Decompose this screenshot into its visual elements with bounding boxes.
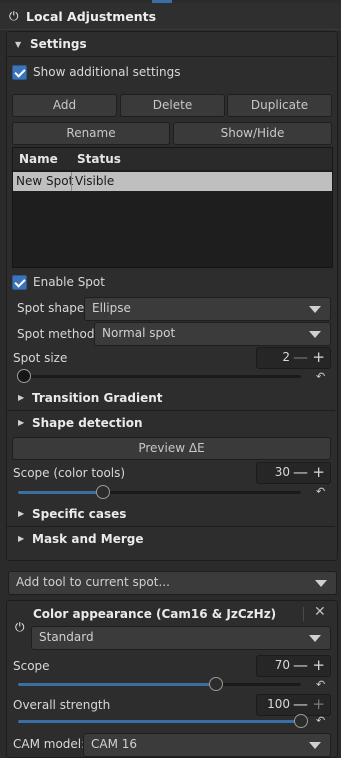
show-hide-button[interactable]: Show/Hide [173, 122, 332, 145]
collapse-triangle-icon[interactable]: ▶ [18, 534, 24, 543]
local-adjustments-header[interactable]: ⏻ Local Adjustments [0, 3, 341, 30]
preview-delta-e-button[interactable]: Preview ΔE [12, 437, 331, 460]
minus-icon[interactable]: — [293, 695, 308, 713]
plus-icon[interactable]: + [312, 348, 325, 366]
row-status: Visible [75, 174, 115, 188]
spot-size-label: Spot size [13, 351, 68, 365]
shape-detection-title[interactable]: Shape detection [32, 416, 143, 430]
overall-strength-spinner[interactable]: 100 — + [256, 694, 331, 716]
enable-spot-checkbox[interactable] [12, 275, 27, 290]
column-header-status[interactable]: Status [77, 152, 121, 166]
table-row[interactable]: New Spot Visible [13, 172, 332, 191]
delete-button[interactable]: Delete [120, 94, 225, 117]
plus-icon[interactable]: + [312, 695, 325, 713]
reset-icon[interactable]: ↶ [316, 485, 325, 498]
scope-value[interactable]: 70 [275, 658, 290, 672]
panel-title: Local Adjustments [26, 9, 157, 24]
scope-color-spinner[interactable]: 30 — + [256, 462, 331, 484]
overall-strength-slider-fill [18, 720, 301, 723]
spot-method-label: Spot method: [17, 327, 99, 341]
add-button[interactable]: Add [12, 94, 117, 117]
rename-button[interactable]: Rename [12, 122, 170, 145]
cam-model-label: CAM model: [13, 737, 86, 751]
divider [7, 410, 335, 411]
divider [7, 526, 335, 527]
chevron-down-icon [309, 742, 321, 749]
column-header-name[interactable]: Name [19, 152, 58, 166]
column-divider [71, 172, 72, 191]
power-icon[interactable]: ⏻ [15, 620, 25, 635]
scope-spinner[interactable]: 70 — + [256, 655, 331, 677]
spot-shape-value: Ellipse [92, 301, 131, 315]
cam-model-value: CAM 16 [91, 737, 138, 751]
scope-color-slider-fill [18, 491, 103, 494]
overall-strength-label: Overall strength [13, 698, 111, 712]
minus-icon[interactable]: — [293, 656, 308, 674]
overall-strength-value[interactable]: 100 [267, 697, 290, 711]
scope-color-slider-handle[interactable] [96, 485, 110, 499]
expand-triangle-icon[interactable]: ▼ [15, 40, 21, 49]
spot-size-spinner[interactable]: 2 — + [256, 347, 331, 369]
minus-icon[interactable]: — [293, 463, 308, 481]
reset-icon[interactable]: ↶ [316, 678, 325, 691]
divider [7, 56, 335, 57]
power-icon[interactable]: ⏻ [9, 9, 19, 24]
chevron-down-icon [309, 331, 321, 338]
row-name: New Spot [16, 174, 74, 188]
collapse-triangle-icon[interactable]: ▶ [18, 509, 24, 518]
scope-slider-fill [18, 683, 216, 686]
spot-size-value[interactable]: 2 [282, 350, 290, 364]
show-additional-checkbox[interactable] [12, 65, 27, 80]
close-icon[interactable]: ✕ [314, 604, 326, 620]
add-tool-select[interactable]: Add tool to current spot... [8, 571, 337, 595]
cam-mode-select[interactable]: Standard [31, 626, 331, 650]
settings-title[interactable]: Settings [30, 37, 87, 51]
spot-method-select[interactable]: Normal spot [94, 322, 331, 346]
scope-slider-handle[interactable] [209, 677, 223, 691]
spot-list[interactable]: Name Status New Spot Visible [12, 147, 333, 268]
spot-size-slider-track[interactable] [18, 375, 301, 378]
collapse-triangle-icon[interactable]: ▶ [18, 393, 24, 402]
add-tool-placeholder: Add tool to current spot... [16, 575, 170, 589]
spot-shape-select[interactable]: Ellipse [84, 297, 331, 321]
reset-icon[interactable]: ↶ [316, 714, 325, 727]
specific-cases-title[interactable]: Specific cases [32, 507, 126, 521]
color-appearance-title[interactable]: Color appearance (Cam16 & JzCzHz) [33, 607, 276, 621]
reset-icon[interactable]: ↶ [316, 370, 325, 383]
list-header: Name Status [13, 148, 332, 170]
minus-icon[interactable]: — [293, 348, 308, 366]
spot-shape-label: Spot shape: [17, 301, 89, 315]
transition-gradient-title[interactable]: Transition Gradient [32, 391, 162, 405]
plus-icon[interactable]: + [312, 463, 325, 481]
plus-icon[interactable]: + [312, 656, 325, 674]
duplicate-button[interactable]: Duplicate [227, 94, 332, 117]
chevron-down-icon [315, 580, 327, 587]
scope-color-label: Scope (color tools) [13, 466, 126, 480]
enable-spot-label: Enable Spot [33, 275, 105, 289]
cam-mode-value: Standard [39, 630, 94, 644]
collapse-triangle-icon[interactable]: ▶ [18, 418, 24, 427]
scope-label: Scope [13, 659, 50, 673]
cam-model-select[interactable]: CAM 16 [83, 733, 331, 757]
scope-color-value[interactable]: 30 [275, 465, 290, 479]
spot-size-slider-handle[interactable] [17, 369, 31, 383]
mask-merge-title[interactable]: Mask and Merge [32, 532, 143, 546]
overall-strength-slider-handle[interactable] [294, 714, 308, 728]
chevron-down-icon [309, 306, 321, 313]
chevron-down-icon [309, 635, 321, 642]
spot-method-value: Normal spot [102, 326, 176, 340]
divider [303, 607, 304, 621]
show-additional-label: Show additional settings [33, 65, 181, 79]
